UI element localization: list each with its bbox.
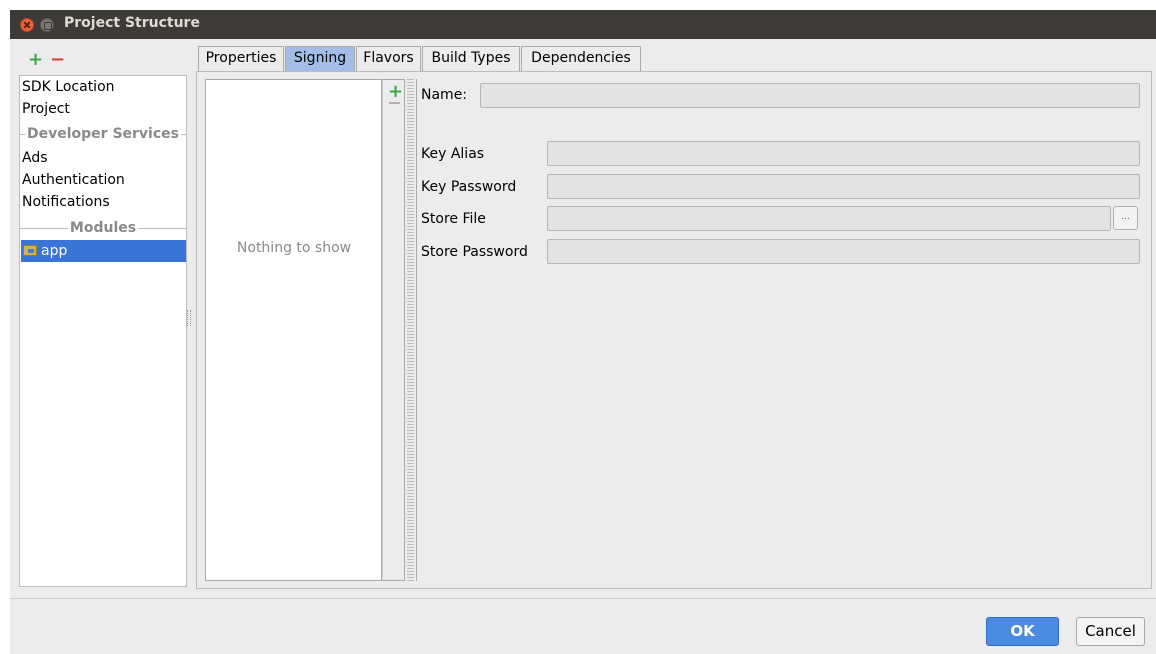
key-alias-label: Key Alias [421,146,485,162]
tab-flavors[interactable]: Flavors [356,46,421,71]
add-config-button[interactable]: + [388,81,403,102]
close-window-button[interactable] [20,18,34,32]
list-toolbar: + [382,79,405,581]
remove-item-button[interactable]: − [50,51,65,69]
section-label: Developer Services [25,126,181,142]
store-file-field[interactable] [547,206,1111,231]
tab-build-types[interactable]: Build Types [422,46,520,71]
module-folder-icon [23,245,37,256]
tab-properties[interactable]: Properties [198,46,284,71]
signing-form: Name: Key Alias Key Password Store File … [416,79,1147,581]
browse-store-file-button[interactable]: ... [1113,206,1138,230]
title-bar: Project Structure [10,10,1156,39]
store-password-field[interactable] [547,239,1140,264]
remove-config-button[interactable] [389,102,400,104]
section-developer-services: Developer Services [20,123,186,145]
signing-configs-list[interactable]: Nothing to show [205,79,382,581]
key-password-field[interactable] [547,174,1140,199]
signing-panel: Nothing to show + Name: Key Alias Key Pa… [196,71,1152,589]
project-structure-window: Project Structure + − SDK Location Proje… [10,10,1156,654]
sidebar-item-notifications[interactable]: Notifications [22,191,110,213]
sidebar-item-authentication[interactable]: Authentication [22,169,125,191]
key-password-label: Key Password [421,179,517,195]
key-alias-field[interactable] [547,141,1140,166]
section-label: Modules [67,220,139,236]
name-field[interactable] [480,83,1140,108]
name-label: Name: [421,87,468,103]
sidebar-item-project[interactable]: Project [22,98,70,120]
footer-divider [10,598,1156,599]
sidebar-item-sdk-location[interactable]: SDK Location [22,76,115,98]
sidebar-item-app[interactable]: app [21,240,186,262]
splitter-handle[interactable] [187,310,191,326]
store-password-label: Store Password [421,244,528,260]
tab-dependencies[interactable]: Dependencies [521,46,641,71]
store-file-label: Store File [421,211,486,227]
sidebar-item-ads[interactable]: Ads [22,147,48,169]
add-item-button[interactable]: + [28,51,43,69]
sidebar: SDK Location Project Developer Services … [19,75,187,587]
empty-list-text: Nothing to show [236,240,352,256]
window-title: Project Structure [64,15,200,31]
ok-button[interactable]: OK [986,617,1059,646]
cancel-button[interactable]: Cancel [1076,617,1145,646]
sidebar-item-label: app [41,243,68,259]
tab-signing[interactable]: Signing [285,46,355,71]
section-modules: Modules [20,217,186,239]
splitter-grip[interactable] [407,79,414,581]
minimize-window-button[interactable] [40,18,54,32]
